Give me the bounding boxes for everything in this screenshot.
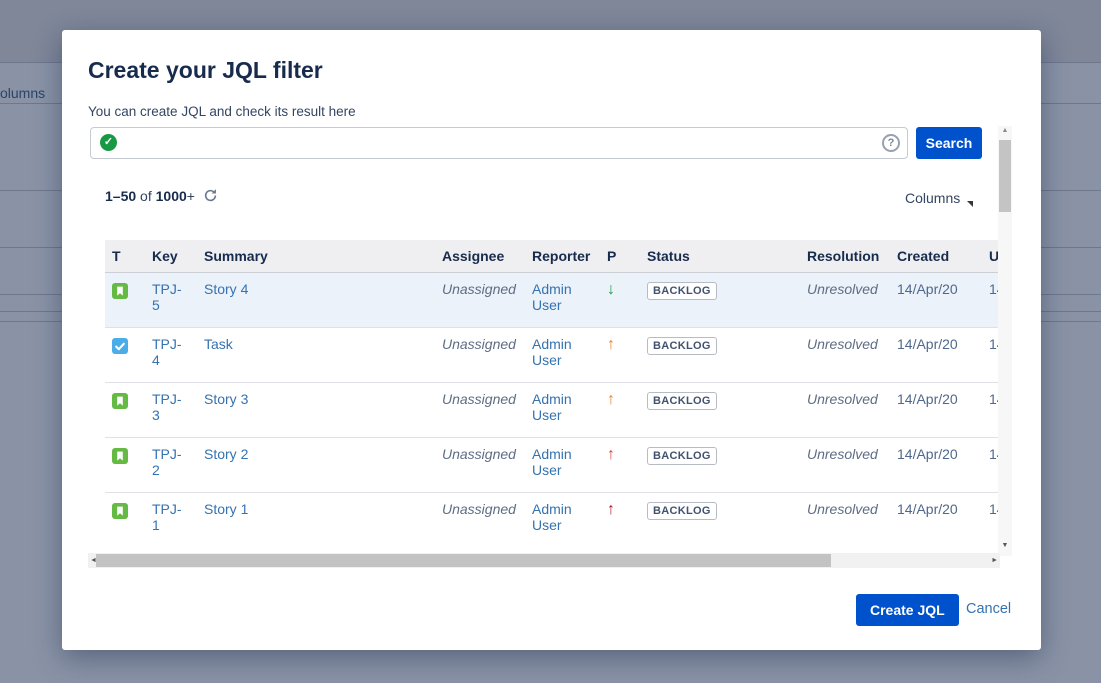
vertical-scrollbar[interactable]: ▲ ▼: [998, 126, 1012, 556]
results-of: of: [140, 188, 152, 204]
reporter-link[interactable]: Admin User: [532, 336, 572, 368]
assignee-value: Unassigned: [442, 501, 516, 517]
status-badge: BACKLOG: [647, 502, 717, 520]
valid-check-icon: ✓: [100, 134, 117, 151]
reporter-link[interactable]: Admin User: [532, 501, 572, 533]
created-date: 14/Apr/20: [897, 391, 958, 407]
create-jql-button[interactable]: Create JQL: [856, 594, 959, 626]
search-button[interactable]: Search: [916, 127, 982, 159]
column-header-assignee[interactable]: Assignee: [435, 240, 525, 272]
assignee-value: Unassigned: [442, 446, 516, 462]
status-badge: BACKLOG: [647, 282, 717, 300]
story-icon: [112, 503, 128, 519]
resolution-value: Unresolved: [807, 501, 878, 517]
column-header-t[interactable]: T: [105, 240, 145, 272]
column-header-p[interactable]: P: [600, 240, 640, 272]
created-date: 14/Apr/20: [897, 336, 958, 352]
issue-summary-link[interactable]: Story 1: [204, 501, 248, 517]
chevron-down-icon: [967, 201, 973, 207]
cancel-button[interactable]: Cancel: [966, 601, 1011, 617]
resolution-value: Unresolved: [807, 336, 878, 352]
resolution-value: Unresolved: [807, 446, 878, 462]
results-plus: +: [187, 188, 195, 204]
priority-up-icon: ↑: [607, 391, 615, 408]
reporter-link[interactable]: Admin User: [532, 391, 572, 423]
issue-table-body: TPJ-5 Story 4 Unassigned Admin User ↓ BACKLOG…: [105, 272, 1000, 547]
column-header-summary[interactable]: Summary: [197, 240, 435, 272]
table-row[interactable]: TPJ-1 Story 1 Unassigned Admin User ↑ BACKLOG…: [105, 492, 1000, 547]
table-row[interactable]: TPJ-3 Story 3 Unassigned Admin User ↑ BACKLOG…: [105, 382, 1000, 437]
column-header-status[interactable]: Status: [640, 240, 800, 272]
refresh-icon[interactable]: [203, 188, 218, 206]
issue-key-link[interactable]: TPJ-1: [152, 501, 182, 533]
help-icon[interactable]: ?: [882, 134, 900, 152]
assignee-value: Unassigned: [442, 336, 516, 352]
horizontal-scrollbar[interactable]: ◄ ►: [88, 553, 1000, 568]
issue-summary-link[interactable]: Task: [204, 336, 233, 352]
reporter-link[interactable]: Admin User: [532, 281, 572, 313]
column-header-reporter[interactable]: Reporter: [525, 240, 600, 272]
issue-table-wrapper: TKeySummaryAssigneeReporterPStatusResolu…: [105, 240, 1000, 547]
assignee-value: Unassigned: [442, 281, 516, 297]
reporter-link[interactable]: Admin User: [532, 446, 572, 478]
table-row[interactable]: TPJ-2 Story 2 Unassigned Admin User ↑ BACKLOG…: [105, 437, 1000, 492]
scroll-right-icon[interactable]: ►: [991, 557, 998, 564]
issue-key-link[interactable]: TPJ-4: [152, 336, 182, 368]
issue-summary-link[interactable]: Story 4: [204, 281, 248, 297]
story-icon: [112, 283, 128, 299]
status-badge: BACKLOG: [647, 447, 717, 465]
page-overlay: olumns Create your JQL filter You can cr…: [0, 0, 1101, 683]
column-header-key[interactable]: Key: [145, 240, 197, 272]
columns-dropdown[interactable]: Columns: [905, 190, 973, 206]
priority-up-icon: ↑: [607, 336, 615, 353]
results-range: 1–50: [105, 188, 136, 204]
issue-summary-link[interactable]: Story 2: [204, 446, 248, 462]
horizontal-scrollbar-thumb[interactable]: [96, 554, 831, 567]
created-date: 14/Apr/20: [897, 281, 958, 297]
issue-summary-link[interactable]: Story 3: [204, 391, 248, 407]
scroll-down-icon[interactable]: ▼: [998, 542, 1012, 549]
priority-up-icon: ↑: [607, 446, 615, 463]
scroll-up-icon[interactable]: ▲: [998, 127, 1012, 134]
column-header-created[interactable]: Created: [890, 240, 982, 272]
priority-down-icon: ↓: [607, 281, 615, 298]
status-badge: BACKLOG: [647, 337, 717, 355]
background-columns-text: olumns: [0, 85, 45, 101]
column-header-resolution[interactable]: Resolution: [800, 240, 890, 272]
status-badge: BACKLOG: [647, 392, 717, 410]
jql-input[interactable]: [90, 127, 908, 159]
story-icon: [112, 448, 128, 464]
jql-field: ✓ ?: [90, 127, 908, 159]
created-date: 14/Apr/20: [897, 501, 958, 517]
resolution-value: Unresolved: [807, 281, 878, 297]
table-row[interactable]: TPJ-5 Story 4 Unassigned Admin User ↓ BACKLOG…: [105, 272, 1000, 327]
issue-key-link[interactable]: TPJ-3: [152, 391, 182, 423]
issue-key-link[interactable]: TPJ-5: [152, 281, 182, 313]
table-row[interactable]: TPJ-4 Task Unassigned Admin User ↑ BACKLOG Unr…: [105, 327, 1000, 382]
created-date: 14/Apr/20: [897, 446, 958, 462]
issue-key-link[interactable]: TPJ-2: [152, 446, 182, 478]
columns-dropdown-label: Columns: [905, 190, 960, 206]
create-jql-filter-dialog: Create your JQL filter You can create JQ…: [62, 30, 1041, 650]
results-count: 1–50 of 1000+: [105, 188, 218, 206]
results-total: 1000: [156, 188, 187, 204]
dialog-title: Create your JQL filter: [88, 57, 323, 83]
task-icon: [112, 338, 128, 354]
assignee-value: Unassigned: [442, 391, 516, 407]
table-header-row: TKeySummaryAssigneeReporterPStatusResolu…: [105, 240, 1000, 272]
issue-table: TKeySummaryAssigneeReporterPStatusResolu…: [105, 240, 1000, 547]
dialog-subtitle: You can create JQL and check its result …: [88, 104, 356, 119]
story-icon: [112, 393, 128, 409]
resolution-value: Unresolved: [807, 391, 878, 407]
vertical-scrollbar-thumb[interactable]: [999, 140, 1011, 212]
priority-up-icon: ↑: [607, 501, 615, 518]
